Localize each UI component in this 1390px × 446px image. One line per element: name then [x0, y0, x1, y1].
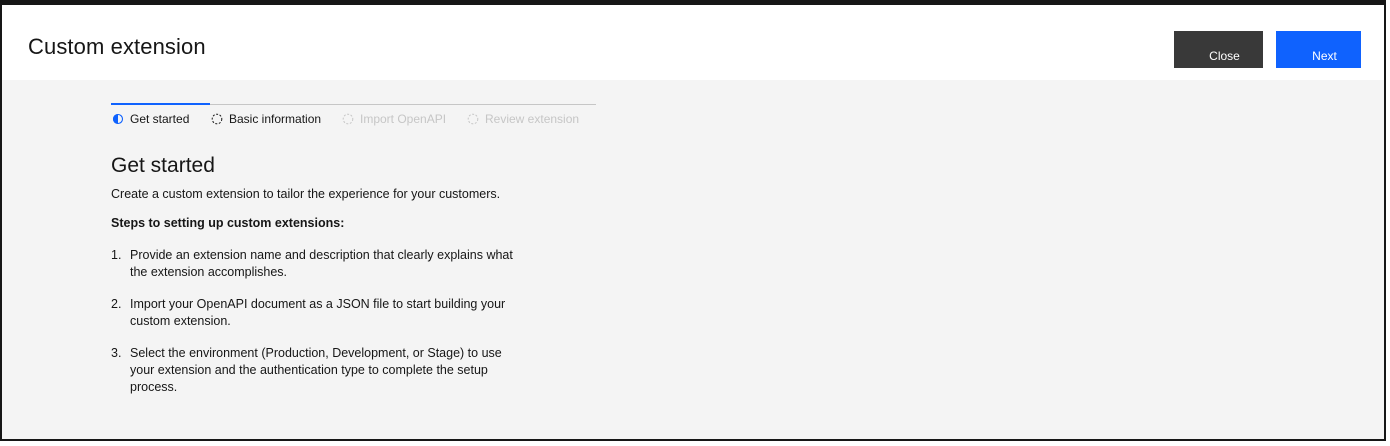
step-label: Import OpenAPI [360, 112, 447, 126]
list-item: 2. Import your OpenAPI document as a JSO… [111, 296, 531, 330]
progress-active-bar [111, 103, 210, 105]
step-basic-information[interactable]: Basic information [211, 112, 321, 126]
setup-steps-list: 1. Provide an extension name and descrip… [111, 247, 531, 396]
next-button[interactable]: Next [1276, 31, 1361, 68]
dashed-circle-icon [467, 113, 479, 125]
list-text: Import your OpenAPI document as a JSON f… [130, 297, 506, 328]
step-review-extension: Review extension [467, 112, 579, 126]
step-get-started[interactable]: Get started [112, 112, 189, 126]
steps-heading: Steps to setting up custom extensions: [111, 216, 345, 230]
modal-header: Custom extension Close Next [2, 5, 1384, 80]
page-title: Custom extension [28, 34, 206, 59]
section-heading: Get started [111, 154, 215, 177]
half-filled-circle-icon [112, 113, 124, 125]
list-number: 3. [111, 346, 122, 360]
close-button[interactable]: Close [1174, 31, 1263, 68]
dashed-circle-icon [342, 113, 354, 125]
list-number: 1. [111, 248, 122, 262]
list-number: 2. [111, 297, 122, 311]
list-text: Select the environment (Production, Deve… [130, 346, 502, 394]
step-import-openapi: Import OpenAPI [342, 112, 446, 126]
list-text: Provide an extension name and descriptio… [130, 248, 513, 279]
main-content: Get started Create a custom extension to… [111, 153, 531, 411]
list-item: 3. Select the environment (Production, D… [111, 345, 531, 396]
step-label: Basic information [229, 112, 322, 126]
dashed-circle-icon [211, 113, 223, 125]
step-label: Review extension [485, 112, 580, 126]
step-label: Get started [130, 112, 190, 126]
intro-text: Create a custom extension to tailor the … [111, 187, 501, 201]
list-item: 1. Provide an extension name and descrip… [111, 247, 531, 281]
progress-indicator: Get started Basic information Import Ope… [111, 103, 596, 128]
modal-frame: Custom extension Close Next Get started … [0, 0, 1386, 441]
